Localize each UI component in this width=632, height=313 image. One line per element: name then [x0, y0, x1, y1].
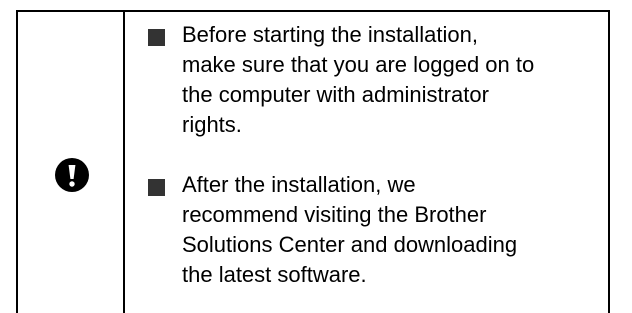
- note-item-text: After the installation, we recommend vis…: [182, 172, 518, 287]
- square-bullet-icon: [148, 179, 165, 196]
- note-icon-cell: [18, 12, 125, 313]
- important-exclamation-icon: [55, 158, 89, 192]
- note-text-cell: Before starting the installation, make s…: [125, 12, 608, 313]
- note-list-item: After the installation, we recommend vis…: [148, 170, 588, 290]
- square-bullet-icon: [148, 29, 165, 46]
- note-item-text: Before starting the installation, make s…: [182, 22, 535, 137]
- note-list-item: Before starting the installation, make s…: [148, 20, 588, 140]
- important-note-box: Before starting the installation, make s…: [16, 10, 610, 313]
